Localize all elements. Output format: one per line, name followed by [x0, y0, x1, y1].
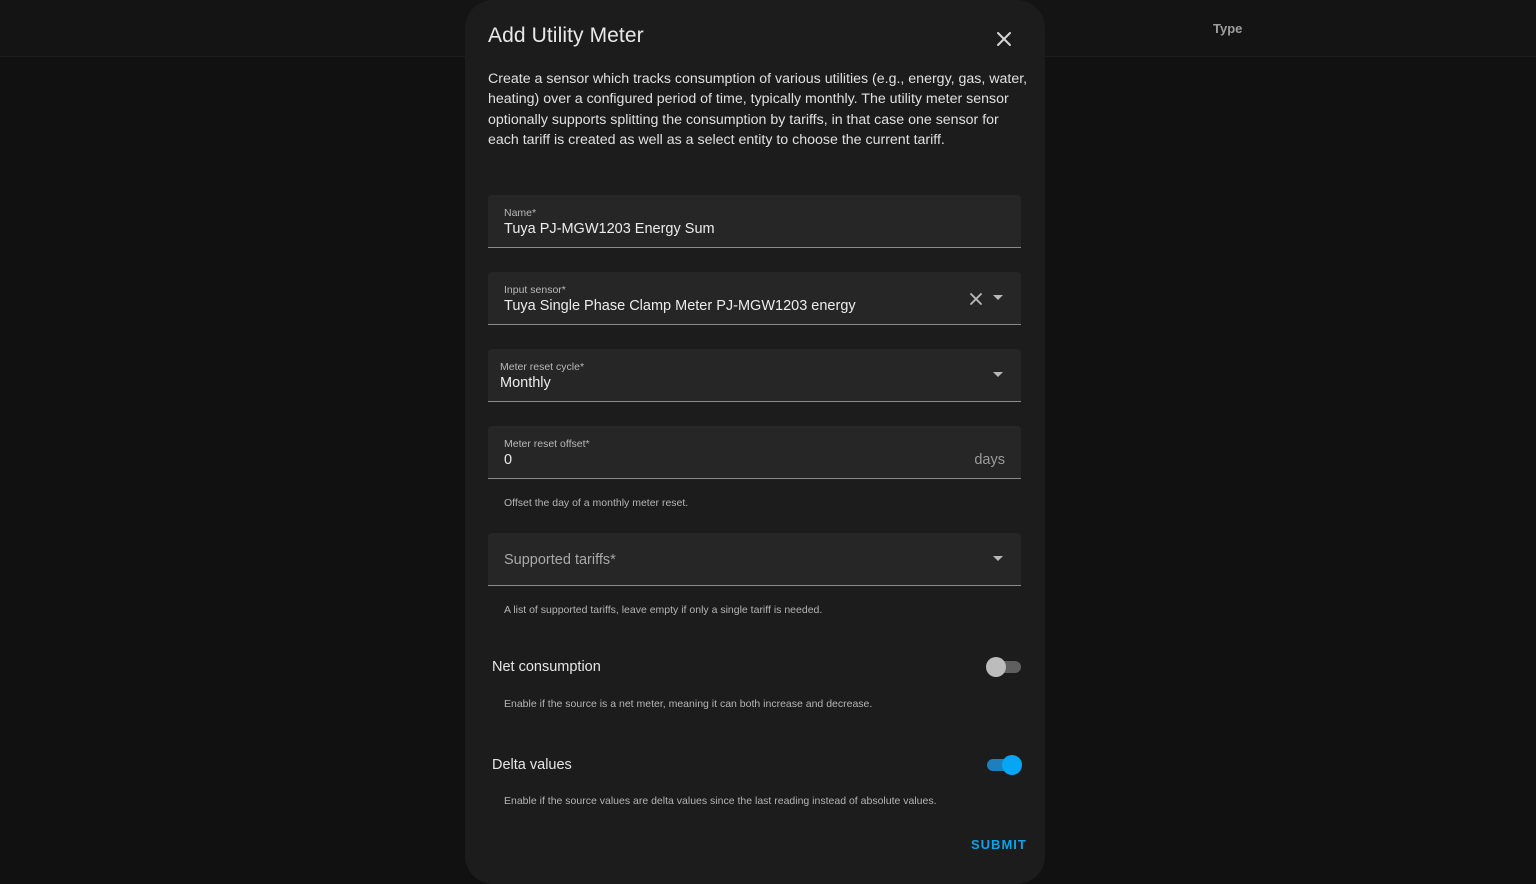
input-sensor-label: Input sensor* [504, 284, 566, 296]
chevron-down-icon[interactable] [993, 556, 1003, 561]
meter-reset-offset-value: 0 [504, 452, 513, 468]
meter-reset-cycle-label: Meter reset cycle* [500, 361, 585, 373]
input-sensor-field[interactable]: Input sensor* Tuya Single Phase Clamp Me… [488, 272, 1021, 325]
net-consumption-label: Net consumption [492, 659, 601, 675]
add-utility-meter-dialog: Add Utility Meter Create a sensor which … [465, 0, 1045, 884]
input-sensor-value: Tuya Single Phase Clamp Meter PJ-MGW1203… [504, 298, 856, 314]
name-field[interactable]: Name* Tuya PJ-MGW1203 Energy Sum [488, 195, 1021, 248]
meter-reset-offset-label: Meter reset offset* [504, 438, 590, 450]
delta-values-helper: Enable if the source values are delta va… [504, 795, 937, 807]
meter-reset-offset-field[interactable]: Meter reset offset* 0 days [488, 426, 1021, 479]
supported-tariffs-helper: A list of supported tariffs, leave empty… [504, 604, 823, 616]
delta-values-toggle[interactable] [987, 755, 1022, 775]
clear-icon[interactable] [968, 291, 984, 307]
chevron-down-icon[interactable] [993, 372, 1003, 377]
meter-reset-cycle-value: Monthly [500, 375, 551, 391]
net-consumption-thumb [986, 657, 1006, 677]
dialog-description: Create a sensor which tracks consumption… [488, 71, 1028, 149]
delta-values-label: Delta values [492, 757, 572, 773]
supported-tariffs-label: Supported tariffs* [504, 552, 616, 568]
net-consumption-helper: Enable if the source is a net meter, mea… [504, 698, 873, 710]
name-field-label: Name* [504, 207, 537, 219]
net-consumption-toggle[interactable] [986, 657, 1021, 677]
meter-reset-offset-helper: Offset the day of a monthly meter reset. [504, 497, 689, 509]
submit-button[interactable]: SUBMIT [971, 837, 1027, 852]
meter-reset-offset-suffix: days [974, 452, 1005, 468]
chevron-down-icon[interactable] [993, 295, 1003, 300]
close-icon[interactable] [992, 27, 1016, 51]
meter-reset-cycle-select[interactable]: Meter reset cycle* Monthly [488, 349, 1021, 402]
dialog-title: Add Utility Meter [488, 24, 644, 47]
supported-tariffs-select[interactable]: Supported tariffs* [488, 533, 1021, 586]
delta-values-thumb [1002, 755, 1022, 775]
background-column-header: Type [1213, 21, 1243, 36]
name-field-value: Tuya PJ-MGW1203 Energy Sum [504, 221, 715, 237]
